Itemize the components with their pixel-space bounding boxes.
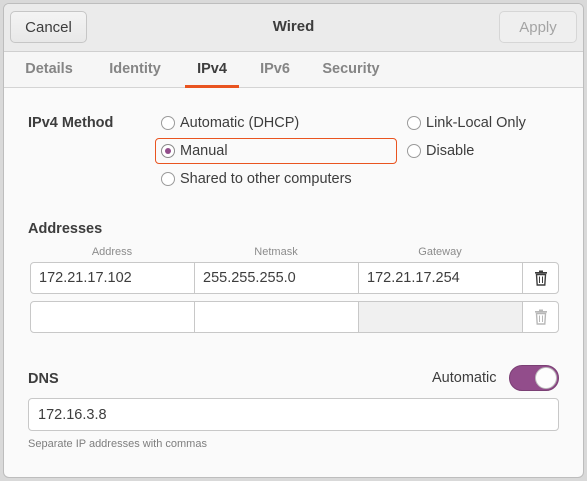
trash-icon — [534, 309, 547, 325]
radio-label: Disable — [426, 143, 475, 159]
delete-address-button[interactable] — [522, 262, 559, 294]
gateway-input-disabled — [358, 301, 523, 333]
dns-label: DNS — [28, 371, 59, 387]
tab-details[interactable]: Details — [22, 52, 76, 87]
header-bar: Cancel Wired Apply — [4, 4, 583, 52]
dns-automatic-toggle[interactable] — [509, 365, 559, 391]
toggle-knob — [535, 367, 557, 389]
radio-disable[interactable]: Disable — [407, 143, 474, 159]
column-header-gateway: Gateway — [418, 246, 462, 258]
radio-button[interactable] — [161, 172, 175, 186]
radio-label: Manual — [180, 143, 228, 159]
column-header-address: Address — [91, 246, 133, 258]
tab-security[interactable]: Security — [319, 52, 383, 87]
column-header-netmask: Netmask — [254, 246, 298, 258]
addresses-label: Addresses — [28, 221, 103, 237]
window-title: Wired — [272, 18, 315, 35]
wired-settings-dialog: Cancel Wired Apply Details Identity IPv4… — [3, 3, 584, 478]
radio-label: Automatic (DHCP) — [180, 115, 300, 131]
delete-empty-row-button[interactable] — [522, 301, 559, 333]
address-input[interactable]: 172.21.17.102 — [30, 262, 195, 294]
radio-button[interactable] — [407, 144, 421, 158]
netmask-input[interactable]: 255.255.255.0 — [194, 262, 359, 294]
dns-hint-text: Separate IP addresses with commas — [28, 438, 207, 450]
address-input-empty[interactable] — [30, 301, 195, 333]
radio-label: Shared to other computers — [180, 171, 352, 187]
radio-manual[interactable]: Manual — [161, 143, 228, 159]
radio-label: Link-Local Only — [426, 115, 526, 131]
radio-button[interactable] — [161, 116, 175, 130]
apply-button[interactable]: Apply — [499, 11, 577, 43]
tab-identity[interactable]: Identity — [104, 52, 166, 87]
tab-ipv4[interactable]: IPv4 — [185, 52, 239, 88]
radio-shared[interactable]: Shared to other computers — [161, 171, 352, 187]
tab-bar: Details Identity IPv4 IPv6 Security — [4, 52, 583, 88]
radio-link-local[interactable]: Link-Local Only — [407, 115, 526, 131]
dns-automatic-label: Automatic — [432, 370, 497, 386]
ipv4-method-label: IPv4 Method — [28, 115, 114, 131]
dns-servers-input[interactable]: 172.16.3.8 — [28, 398, 559, 431]
gateway-input[interactable]: 172.21.17.254 — [358, 262, 523, 294]
radio-button-checked[interactable] — [161, 144, 175, 158]
trash-icon — [534, 270, 547, 286]
radio-automatic-dhcp[interactable]: Automatic (DHCP) — [161, 115, 299, 131]
netmask-input-empty[interactable] — [194, 301, 359, 333]
radio-button[interactable] — [407, 116, 421, 130]
tab-ipv6[interactable]: IPv6 — [256, 52, 294, 87]
